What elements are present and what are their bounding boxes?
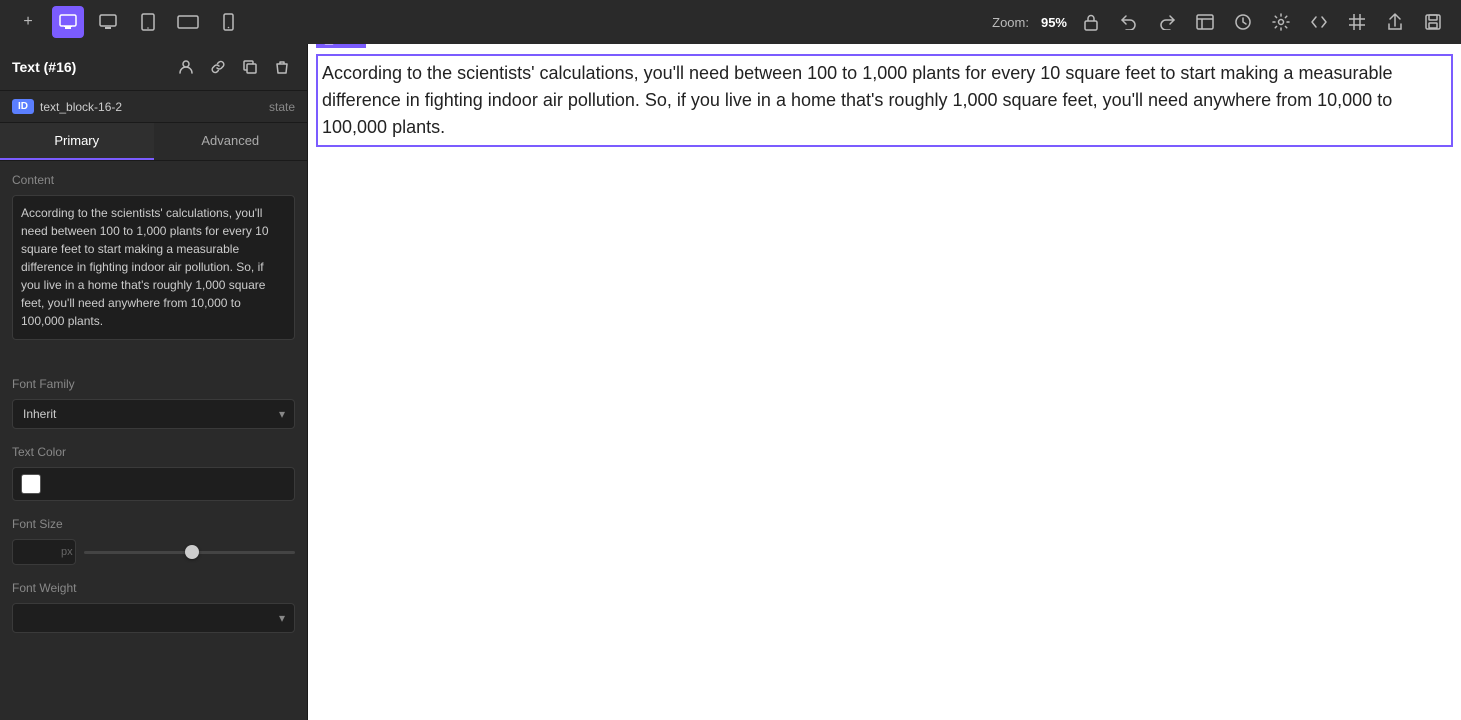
font-size-label: Font Size [12,517,295,531]
font-size-unit: px [61,546,73,558]
font-size-group: Font Size px [12,517,295,565]
tabs: Primary Advanced [0,123,307,161]
text-block-wrapper[interactable]: Text According to the scientists' calcul… [316,54,1453,147]
text-color-picker[interactable] [12,467,295,501]
tablet-view-button[interactable] [132,6,164,38]
delete-icon[interactable] [269,54,295,80]
canvas-area: Text According to the scientists' calcul… [308,44,1461,720]
desktop-view-button[interactable] [52,6,84,38]
link-icon[interactable] [205,54,231,80]
font-weight-label: Font Weight [12,581,295,595]
zoom-label: Zoom: [992,15,1029,30]
share-button[interactable] [1379,6,1411,38]
text-color-group: Text Color [12,445,295,501]
text-color-label: Text Color [12,445,295,459]
text-block-label: Text [316,44,366,48]
slider-track [84,551,295,554]
content-label: Content [12,173,295,187]
canvas-inner: Text According to the scientists' calcul… [308,44,1461,720]
panel-title: Text (#16) [12,59,165,75]
font-family-label: Font Family [12,377,295,391]
slider-thumb[interactable] [185,545,199,559]
tab-advanced[interactable]: Advanced [154,123,308,160]
lock-button[interactable] [1075,6,1107,38]
state-label: state [269,100,295,114]
id-badge: ID [12,99,34,114]
person-icon[interactable] [173,54,199,80]
save-button[interactable] [1417,6,1449,38]
history-button[interactable] [1227,6,1259,38]
id-value: text_block-16-2 [40,100,263,114]
color-swatch [21,474,41,494]
code-button[interactable] [1303,6,1335,38]
widescreen-view-button[interactable] [172,6,204,38]
toolbar-right-icons [1075,6,1449,38]
duplicate-icon[interactable] [237,54,263,80]
redo-button[interactable] [1151,6,1183,38]
panel-content: Content Font Family Inherit Arial Georgi… [0,161,307,720]
content-textarea[interactable] [12,195,295,340]
font-weight-group: Font Weight Normal Bold 100 200 300 400 … [12,581,295,633]
text-block-content: According to the scientists' calculation… [316,54,1453,147]
tab-primary[interactable]: Primary [0,123,154,160]
font-size-input-wrap: px [12,539,76,565]
font-family-group: Font Family Inherit Arial Georgia Helvet… [12,377,295,429]
id-row: ID text_block-16-2 state [0,91,307,123]
add-button[interactable]: + [12,6,44,38]
grid-button[interactable] [1341,6,1373,38]
monitor-view-button[interactable] [92,6,124,38]
font-weight-select-wrapper: Normal Bold 100 200 300 400 500 600 700 [12,603,295,633]
content-section: Content [12,173,295,361]
font-family-select[interactable]: Inherit Arial Georgia Helvetica Times Ne… [12,399,295,429]
zoom-value: 95% [1041,15,1067,30]
panel-header: Text (#16) [0,44,307,91]
top-toolbar: + Zoom: 95% [0,0,1461,44]
font-weight-select[interactable]: Normal Bold 100 200 300 400 500 600 700 [12,603,295,633]
undo-button[interactable] [1113,6,1145,38]
font-size-row: px [12,539,295,565]
layout-button[interactable] [1189,6,1221,38]
font-size-input[interactable] [21,545,57,559]
font-size-slider[interactable] [84,542,295,562]
panel-header-icons [173,54,295,80]
mobile-view-button[interactable] [212,6,244,38]
left-panel: Text (#16) ID text_block-16-2 state [0,44,308,720]
font-family-select-wrapper: Inherit Arial Georgia Helvetica Times Ne… [12,399,295,429]
settings-button[interactable] [1265,6,1297,38]
main-layout: Text (#16) ID text_block-16-2 state [0,44,1461,720]
